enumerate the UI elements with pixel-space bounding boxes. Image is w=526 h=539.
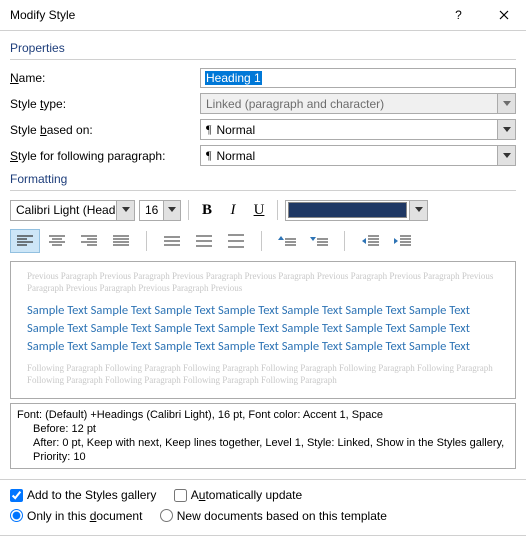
only-doc-radio[interactable]: Only in this document (10, 509, 142, 523)
spacing-1-icon (164, 235, 180, 248)
decrease-indent-icon (361, 234, 379, 248)
name-input[interactable]: Heading 1 (200, 68, 516, 88)
desc-line2: Before: 12 pt (17, 422, 509, 436)
section-properties: Properties (10, 41, 516, 55)
auto-update-checkbox[interactable]: Automatically update (174, 488, 302, 502)
increase-indent-button[interactable] (387, 229, 417, 253)
styletype-label: Style type: (10, 97, 200, 111)
new-docs-radio[interactable]: New documents based on this template (160, 509, 387, 523)
underline-button[interactable]: U (248, 199, 270, 221)
basedon-value: ¶Normal (201, 120, 497, 139)
preview-following: Following Paragraph Following Paragraph … (27, 362, 499, 386)
spacing-1-button[interactable] (157, 229, 187, 253)
align-justify-button[interactable] (106, 229, 136, 253)
help-button[interactable]: ? (436, 0, 481, 30)
chevron-down-icon[interactable] (497, 120, 515, 139)
italic-button[interactable]: I (222, 199, 244, 221)
divider (188, 200, 189, 220)
bold-button[interactable]: B (196, 199, 218, 221)
chevron-down-icon (497, 94, 515, 113)
following-label: Style for following paragraph: (10, 149, 200, 163)
section-formatting: Formatting (10, 172, 516, 186)
basedon-label: Style based on: (10, 123, 200, 137)
align-center-button[interactable] (42, 229, 72, 253)
style-description: Font: (Default) +Headings (Calibri Light… (10, 403, 516, 469)
desc-line3: After: 0 pt, Keep with next, Keep lines … (17, 436, 509, 464)
divider (277, 200, 278, 220)
spacing-15-button[interactable] (189, 229, 219, 253)
space-before-inc-button[interactable] (272, 229, 302, 253)
following-combo[interactable]: ¶Normal (200, 145, 516, 166)
following-value: ¶Normal (201, 146, 497, 165)
size-value: 16 (140, 201, 163, 220)
divider (344, 231, 345, 251)
align-left-button[interactable] (10, 229, 40, 253)
preview-previous: Previous Paragraph Previous Paragraph Pr… (27, 270, 499, 294)
titlebar: Modify Style ? (0, 0, 526, 31)
space-before-dec-icon (310, 234, 328, 248)
align-justify-icon (113, 235, 129, 247)
font-value: Calibri Light (Headings) (11, 201, 116, 220)
space-before-dec-button[interactable] (304, 229, 334, 253)
color-swatch (288, 202, 407, 218)
divider (0, 479, 526, 480)
align-center-icon (49, 235, 65, 247)
divider (146, 231, 147, 251)
name-value: Heading 1 (205, 71, 262, 85)
chevron-down-icon[interactable] (116, 201, 134, 220)
preview-box: Previous Paragraph Previous Paragraph Pr… (10, 261, 516, 399)
styletype-value: Linked (paragraph and character) (201, 94, 497, 113)
auto-update-input[interactable] (174, 489, 187, 502)
styletype-combo: Linked (paragraph and character) (200, 93, 516, 114)
pilcrow-icon: ¶ (206, 148, 211, 163)
chevron-down-icon[interactable] (409, 201, 427, 220)
align-right-button[interactable] (74, 229, 104, 253)
pilcrow-icon: ¶ (206, 122, 211, 137)
color-combo[interactable] (285, 200, 428, 221)
basedon-combo[interactable]: ¶Normal (200, 119, 516, 140)
spacing-15-icon (196, 235, 212, 248)
decrease-indent-button[interactable] (355, 229, 385, 253)
window-title: Modify Style (10, 8, 436, 22)
font-combo[interactable]: Calibri Light (Headings) (10, 200, 135, 221)
spacing-2-icon (228, 234, 244, 248)
close-icon (499, 10, 509, 20)
new-docs-input[interactable] (160, 509, 173, 522)
only-doc-input[interactable] (10, 509, 23, 522)
add-gallery-input[interactable] (10, 489, 23, 502)
close-button[interactable] (481, 0, 526, 30)
desc-line1: Font: (Default) +Headings (Calibri Light… (17, 408, 509, 422)
spacing-2-button[interactable] (221, 229, 251, 253)
divider (0, 535, 526, 536)
space-before-inc-icon (278, 234, 296, 248)
divider (261, 231, 262, 251)
increase-indent-icon (393, 234, 411, 248)
chevron-down-icon[interactable] (163, 201, 180, 220)
size-combo[interactable]: 16 (139, 200, 181, 221)
preview-sample: Sample Text Sample Text Sample Text Samp… (27, 302, 499, 356)
chevron-down-icon[interactable] (497, 146, 515, 165)
divider (10, 190, 516, 191)
add-gallery-checkbox[interactable]: Add to the Styles gallery (10, 488, 156, 502)
name-label: Name: (10, 71, 200, 85)
align-left-icon (17, 235, 33, 247)
divider (10, 59, 516, 60)
align-right-icon (81, 235, 97, 247)
